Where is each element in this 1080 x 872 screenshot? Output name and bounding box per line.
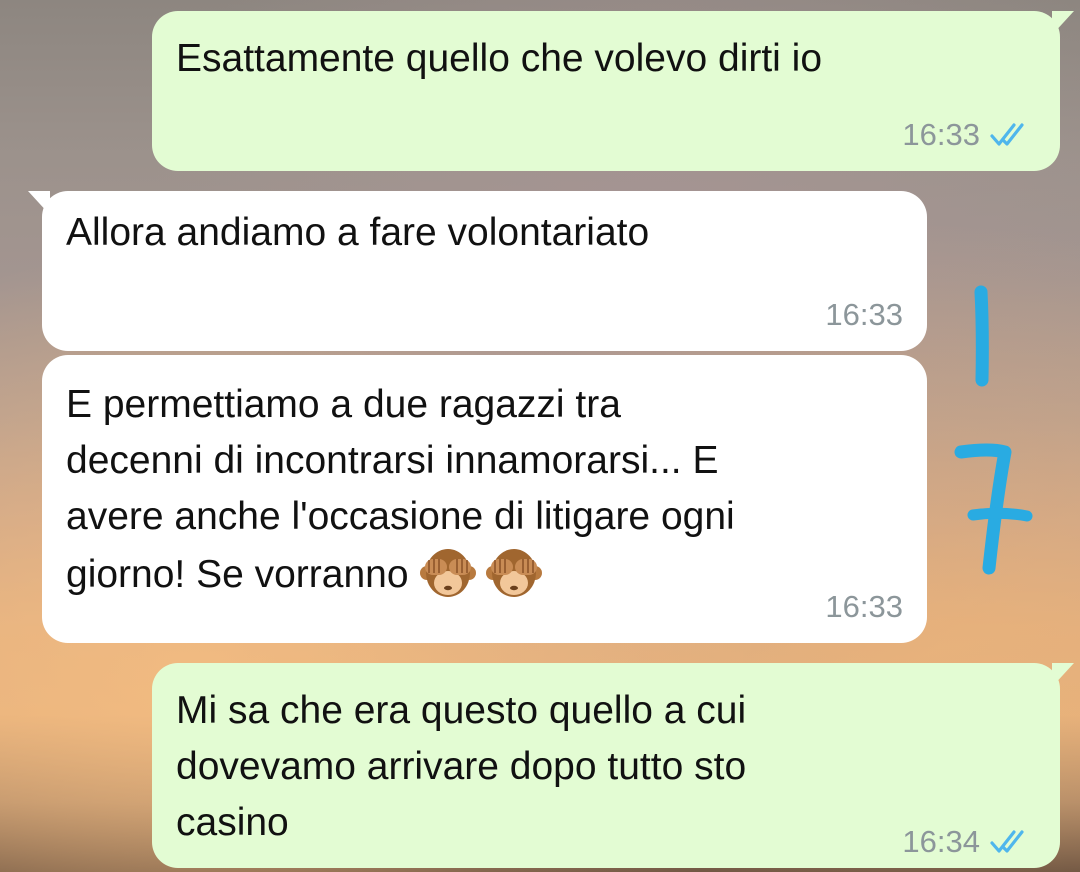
message-text: E permettiamo a due ragazzi tra decenni … (66, 355, 903, 603)
double-check-read-icon (990, 123, 1024, 146)
message-text: Mi sa che era questo quello a cui doveva… (176, 689, 747, 844)
message-bubble-outgoing[interactable]: Mi sa che era questo quello a cui doveva… (152, 663, 1074, 868)
message-body: E permettiamo a due ragazzi tra decenni … (66, 383, 735, 596)
message-bubble-incoming[interactable]: E permettiamo a due ragazzi tra decenni … (42, 355, 927, 643)
message-text: Allora andiamo a fare volontariato (66, 211, 650, 254)
message-time: 16:33 (902, 117, 980, 152)
message-meta: 16:33 (825, 297, 903, 333)
message-bubble-outgoing[interactable]: Esattamente quello che volevo dirti io 1… (152, 11, 1074, 171)
message-time: 16:34 (902, 824, 980, 859)
message-time: 16:33 (825, 297, 903, 332)
bubble-tail (28, 191, 50, 215)
bubble-tail (1052, 663, 1074, 687)
message-text: Esattamente quello che volevo dirti io (176, 37, 823, 80)
see-no-evil-monkey-icon (485, 549, 542, 597)
message-meta: 16:33 (902, 117, 1036, 153)
message-meta: 16:33 (825, 589, 903, 625)
bubble-tail (1052, 11, 1074, 35)
message-time: 16:33 (825, 589, 903, 624)
message-bubble-incoming[interactable]: Allora andiamo a fare volontariato 16:33 (28, 191, 927, 351)
double-check-read-icon (990, 830, 1024, 853)
see-no-evil-monkey-icon (419, 549, 476, 597)
handwritten-annotation: 17 (954, 285, 1033, 575)
message-meta: 16:34 (902, 824, 1036, 860)
